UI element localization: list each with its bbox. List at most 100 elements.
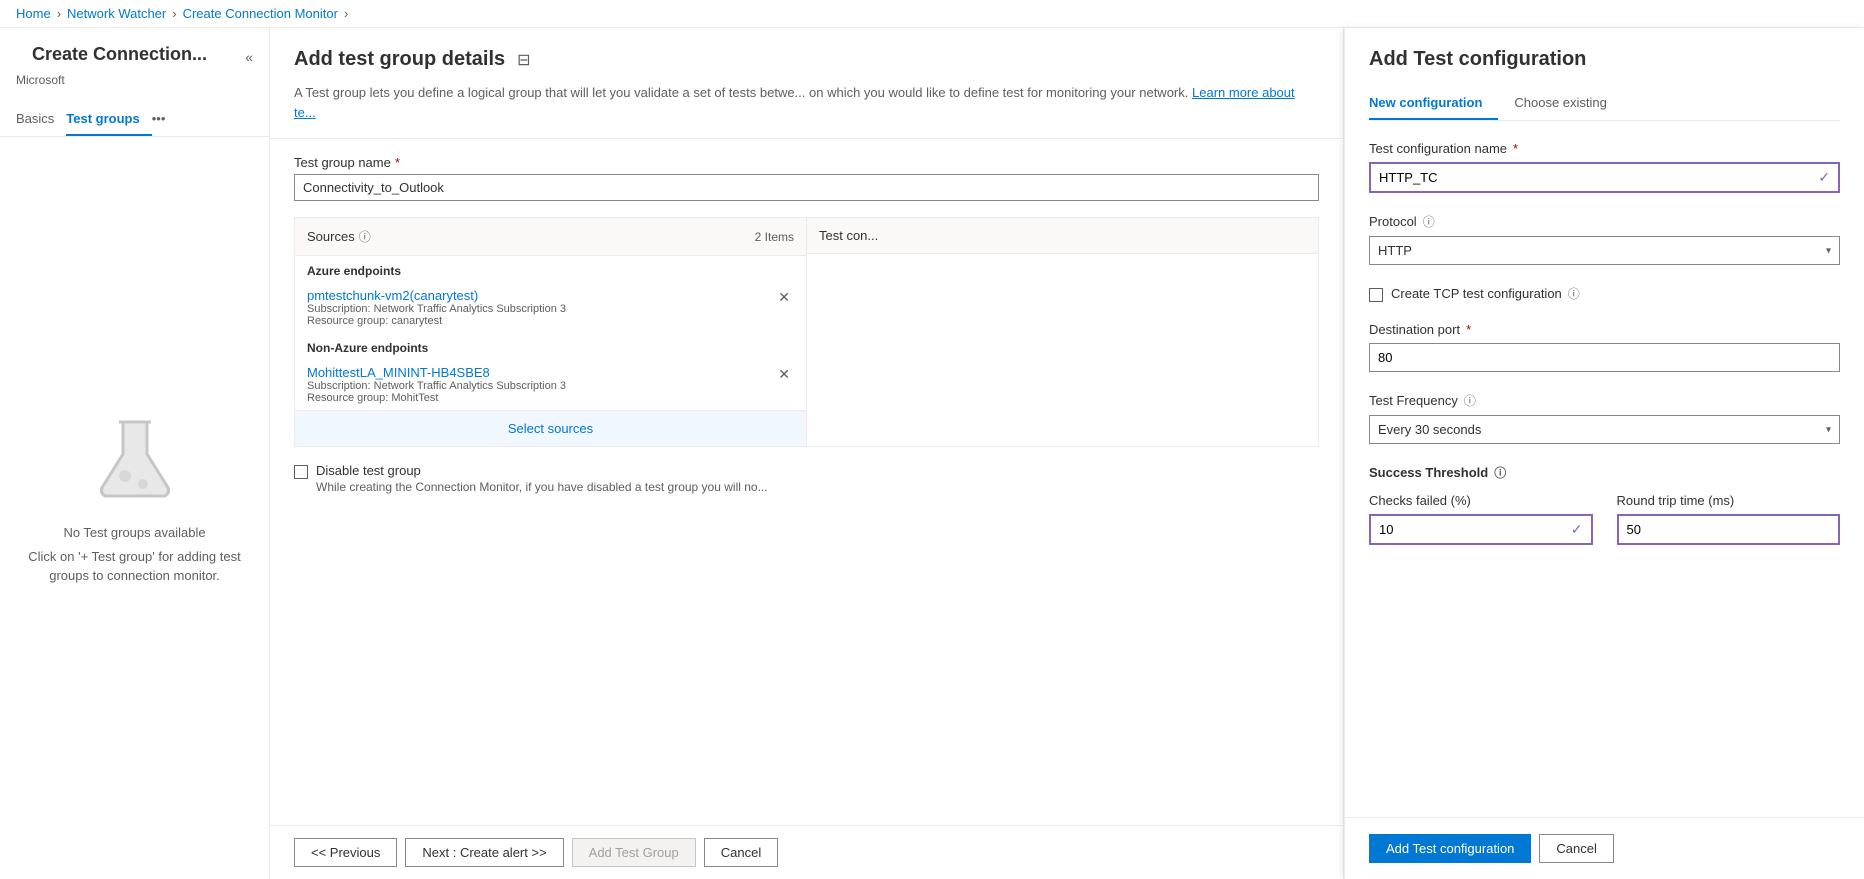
round-trip-group: Round trip time (ms) <box>1617 493 1841 545</box>
panel-body: Test group name * Sources ⓘ 2 Items Azur… <box>270 139 1343 825</box>
previous-button[interactable]: << Previous <box>294 838 397 867</box>
non-azure-endpoint-name[interactable]: MohittestLA_MININT-HB4SBE8 <box>307 365 774 380</box>
non-azure-endpoint-item: MohittestLA_MININT-HB4SBE8 Subscription:… <box>295 359 806 410</box>
tcp-checkbox-label: Create TCP test configuration ⓘ <box>1391 285 1580 302</box>
test-group-name-row: Test group name * <box>294 155 1319 201</box>
frequency-info-icon[interactable]: ⓘ <box>1464 392 1476 409</box>
disable-group-checkbox[interactable] <box>294 465 308 479</box>
breadcrumb-create-connection-monitor[interactable]: Create Connection Monitor <box>183 6 338 21</box>
breadcrumb-network-watcher[interactable]: Network Watcher <box>67 6 166 21</box>
breadcrumb-home[interactable]: Home <box>16 6 51 21</box>
sidebar-nav: Basics Test groups ••• <box>0 103 269 137</box>
collapse-icon[interactable]: « <box>245 49 253 65</box>
sidebar-empty-state: No Test groups available Click on '+ Tes… <box>0 137 269 863</box>
sidebar: Create Connection... « Microsoft Basics … <box>0 28 270 879</box>
round-trip-label: Round trip time (ms) <box>1617 493 1841 508</box>
disable-group-desc: While creating the Connection Monitor, i… <box>316 480 768 494</box>
checks-failed-group: Checks failed (%) ✓ <box>1369 493 1593 545</box>
right-panel-footer: Add Test configuration Cancel <box>1345 817 1864 879</box>
tab-new-configuration[interactable]: New configuration <box>1369 87 1498 120</box>
test-config-name-input[interactable] <box>1371 164 1818 191</box>
tcp-checkbox[interactable] <box>1369 288 1383 302</box>
right-panel-cancel-button[interactable]: Cancel <box>1539 834 1613 863</box>
protocol-label: Protocol ⓘ <box>1369 213 1840 230</box>
sidebar-title: Create Connection... <box>16 44 223 69</box>
non-azure-endpoint-rg: Resource group: MohitTest <box>307 392 774 404</box>
sidebar-item-basics[interactable]: Basics <box>16 103 66 136</box>
checks-checkmark-icon: ✓ <box>1571 521 1591 538</box>
panel-header: Add test group details ⊟ <box>270 28 1343 83</box>
disable-group-row: Disable test group While creating the Co… <box>294 447 1319 502</box>
tab-choose-existing[interactable]: Choose existing <box>1514 87 1623 120</box>
success-threshold-title: Success Threshold ⓘ <box>1369 464 1840 481</box>
checks-failed-input[interactable] <box>1371 516 1571 543</box>
disable-group-label: Disable test group <box>316 463 768 478</box>
flask-icon <box>95 414 175 507</box>
protocol-dropdown[interactable]: HTTP TCP ICMP ▾ <box>1369 236 1840 265</box>
azure-endpoints-label: Azure endpoints <box>295 256 806 282</box>
non-azure-endpoints-label: Non-Azure endpoints <box>295 333 806 359</box>
azure-endpoint-name[interactable]: pmtestchunk-vm2(canarytest) <box>307 288 774 303</box>
tcp-info-icon[interactable]: ⓘ <box>1568 285 1580 302</box>
threshold-fields: Checks failed (%) ✓ Round trip time (ms) <box>1369 493 1840 565</box>
test-config-name-field: ✓ <box>1369 162 1840 193</box>
test-config-name-group: Test configuration name * ✓ <box>1369 141 1840 193</box>
sidebar-empty-text: No Test groups available Click on '+ Tes… <box>20 523 249 586</box>
test-conf-col-header: Test con... <box>807 218 1318 254</box>
middle-panel: Add test group details ⊟ A Test group le… <box>270 28 1344 879</box>
protocol-select[interactable]: HTTP TCP ICMP <box>1370 237 1839 264</box>
sources-info-icon[interactable]: ⓘ <box>359 228 371 245</box>
cancel-button[interactable]: Cancel <box>704 838 778 867</box>
test-config-name-label: Test configuration name * <box>1369 141 1840 156</box>
checks-failed-field: ✓ <box>1369 514 1593 545</box>
destination-port-input[interactable] <box>1369 343 1840 372</box>
test-frequency-select[interactable]: Every 30 seconds Every 1 minute Every 5 … <box>1370 416 1839 443</box>
checkmark-icon: ✓ <box>1818 169 1838 186</box>
sidebar-subtitle: Microsoft <box>0 73 269 103</box>
destination-port-label: Destination port * <box>1369 322 1840 337</box>
test-group-name-label: Test group name * <box>294 155 1319 170</box>
sources-count: 2 Items <box>755 230 794 244</box>
test-frequency-group: Test Frequency ⓘ Every 30 seconds Every … <box>1369 392 1840 444</box>
non-azure-endpoint-remove[interactable]: ✕ <box>774 365 794 383</box>
panel-title: Add test group details <box>294 48 505 71</box>
sources-column: Sources ⓘ 2 Items Azure endpoints pmtest… <box>295 218 807 446</box>
test-frequency-dropdown[interactable]: Every 30 seconds Every 1 minute Every 5 … <box>1369 415 1840 444</box>
panel-footer: << Previous Next : Create alert >> Add T… <box>270 825 1343 879</box>
sources-col-header: Sources ⓘ 2 Items <box>295 218 806 256</box>
right-panel-body: Test configuration name * ✓ Protocol ⓘ H… <box>1345 121 1864 817</box>
success-threshold-section: Success Threshold ⓘ Checks failed (%) ✓ … <box>1369 464 1840 565</box>
azure-endpoint-item: pmtestchunk-vm2(canarytest) Subscription… <box>295 282 806 333</box>
breadcrumb: Home › Network Watcher › Create Connecti… <box>0 0 1864 28</box>
sources-label: Sources ⓘ <box>307 228 371 245</box>
test-frequency-label: Test Frequency ⓘ <box>1369 392 1840 409</box>
sidebar-item-test-groups[interactable]: Test groups <box>66 103 151 136</box>
azure-endpoint-subscription: Subscription: Network Traffic Analytics … <box>307 303 774 315</box>
azure-endpoint-remove[interactable]: ✕ <box>774 288 794 306</box>
sources-testconf-columns: Sources ⓘ 2 Items Azure endpoints pmtest… <box>294 217 1319 447</box>
checks-failed-label: Checks failed (%) <box>1369 493 1593 508</box>
right-panel-tabs: New configuration Choose existing <box>1369 87 1840 121</box>
azure-endpoint-rg: Resource group: canarytest <box>307 315 774 327</box>
right-panel-title: Add Test configuration <box>1369 48 1840 71</box>
next-button[interactable]: Next : Create alert >> <box>405 838 563 867</box>
protocol-group: Protocol ⓘ HTTP TCP ICMP ▾ <box>1369 213 1840 265</box>
protocol-info-icon[interactable]: ⓘ <box>1423 213 1435 230</box>
add-test-group-button[interactable]: Add Test Group <box>572 838 696 867</box>
round-trip-field <box>1617 514 1841 545</box>
print-icon[interactable]: ⊟ <box>517 50 530 70</box>
non-azure-endpoint-subscription: Subscription: Network Traffic Analytics … <box>307 380 774 392</box>
test-conf-column: Test con... <box>807 218 1318 446</box>
round-trip-input[interactable] <box>1619 516 1839 543</box>
right-panel-header: Add Test configuration New configuration… <box>1345 28 1864 121</box>
test-conf-label: Test con... <box>819 228 878 243</box>
select-sources-button[interactable]: Select sources <box>295 410 806 446</box>
sidebar-more-icon[interactable]: ••• <box>152 103 166 136</box>
success-threshold-info-icon[interactable]: ⓘ <box>1494 464 1506 481</box>
test-group-name-input[interactable] <box>294 174 1319 201</box>
destination-port-group: Destination port * <box>1369 322 1840 372</box>
tcp-checkbox-row: Create TCP test configuration ⓘ <box>1369 285 1840 302</box>
panel-description: A Test group lets you define a logical g… <box>270 83 1343 139</box>
add-test-configuration-button[interactable]: Add Test configuration <box>1369 834 1531 863</box>
right-panel: Add Test configuration New configuration… <box>1344 28 1864 879</box>
